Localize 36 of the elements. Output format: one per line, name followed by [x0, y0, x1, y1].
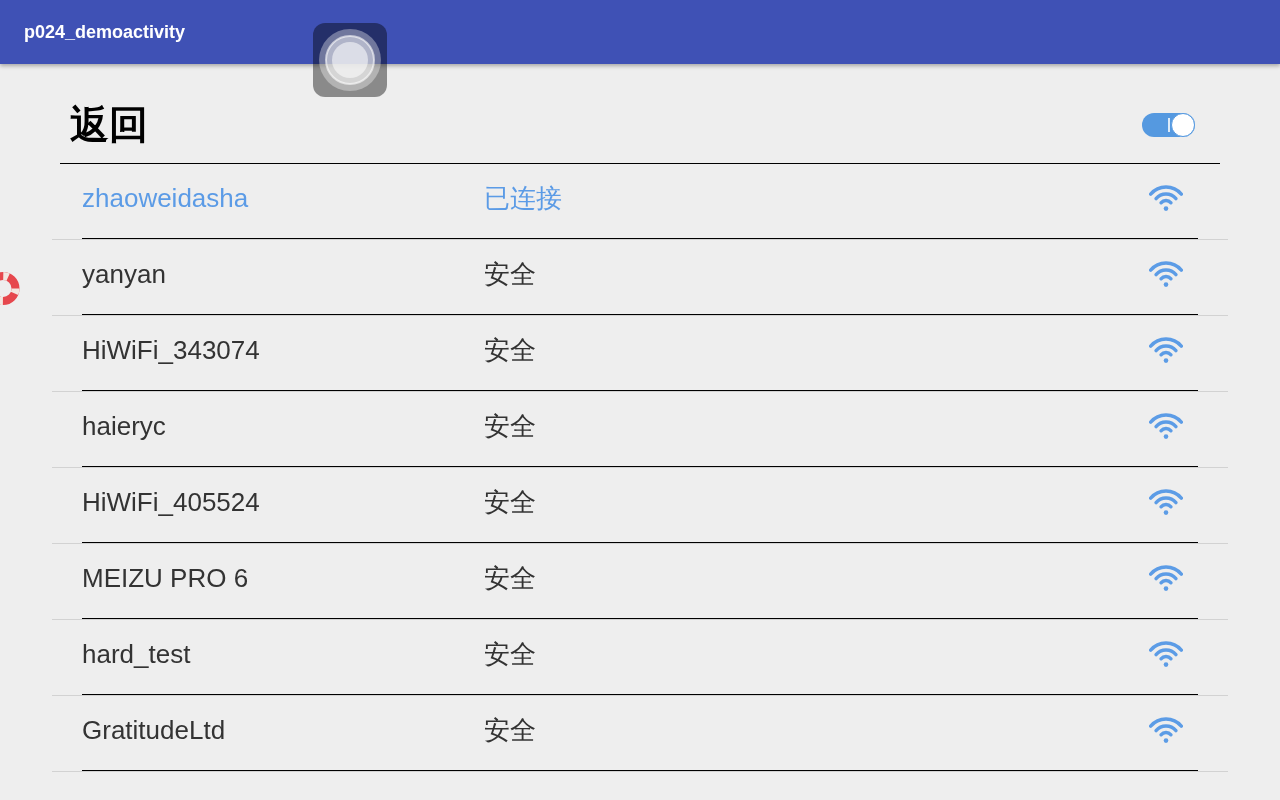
- wifi-signal-icon: [1149, 261, 1183, 287]
- wifi-network-row[interactable]: hard_test 安全: [52, 620, 1228, 696]
- floating-button-icon[interactable]: [313, 23, 387, 97]
- wifi-signal-icon: [1149, 641, 1183, 667]
- network-name: GratitudeLtd: [82, 713, 227, 747]
- wifi-network-row[interactable]: haieryc 安全: [52, 392, 1228, 468]
- network-status: 安全: [484, 333, 537, 367]
- network-name: hard_test: [82, 637, 192, 671]
- network-status: 安全: [484, 409, 537, 443]
- network-status: 安全: [484, 257, 537, 291]
- network-status: 安全: [484, 561, 537, 595]
- wifi-signal-icon: [1149, 717, 1183, 743]
- network-name: yanyan: [82, 257, 167, 291]
- wifi-signal-icon: [1149, 565, 1183, 591]
- network-name: MEIZU PRO 6: [82, 561, 250, 595]
- wifi-network-row[interactable]: HiWiFi_405524 安全: [52, 468, 1228, 544]
- back-title[interactable]: 返回: [70, 105, 148, 144]
- network-status: 安全: [484, 637, 537, 671]
- network-name: zhaoweidasha: [82, 181, 250, 215]
- wifi-network-row[interactable]: yanyan 安全: [52, 240, 1228, 316]
- toggle-switch[interactable]: [1142, 112, 1195, 137]
- network-name: haieryc: [82, 409, 167, 443]
- wifi-signal-icon: [1149, 413, 1183, 439]
- network-status: 已连接: [484, 181, 563, 215]
- network-status: 安全: [484, 485, 537, 519]
- wifi-signal-icon: [1149, 337, 1183, 363]
- wifi-signal-icon: [1149, 185, 1183, 211]
- wifi-network-row[interactable]: HiWiFi_343074 安全: [52, 316, 1228, 392]
- network-name: HiWiFi_405524: [82, 485, 261, 519]
- network-status: 安全: [484, 713, 537, 747]
- lifebuoy-icon[interactable]: [0, 271, 20, 306]
- wifi-signal-icon: [1149, 489, 1183, 515]
- wifi-network-row[interactable]: GratitudeLtd 安全: [52, 696, 1228, 772]
- wifi-network-row[interactable]: MEIZU PRO 6 安全: [52, 544, 1228, 620]
- network-name: HiWiFi_343074: [82, 333, 261, 367]
- app-title: p024_demoactivity: [24, 20, 186, 44]
